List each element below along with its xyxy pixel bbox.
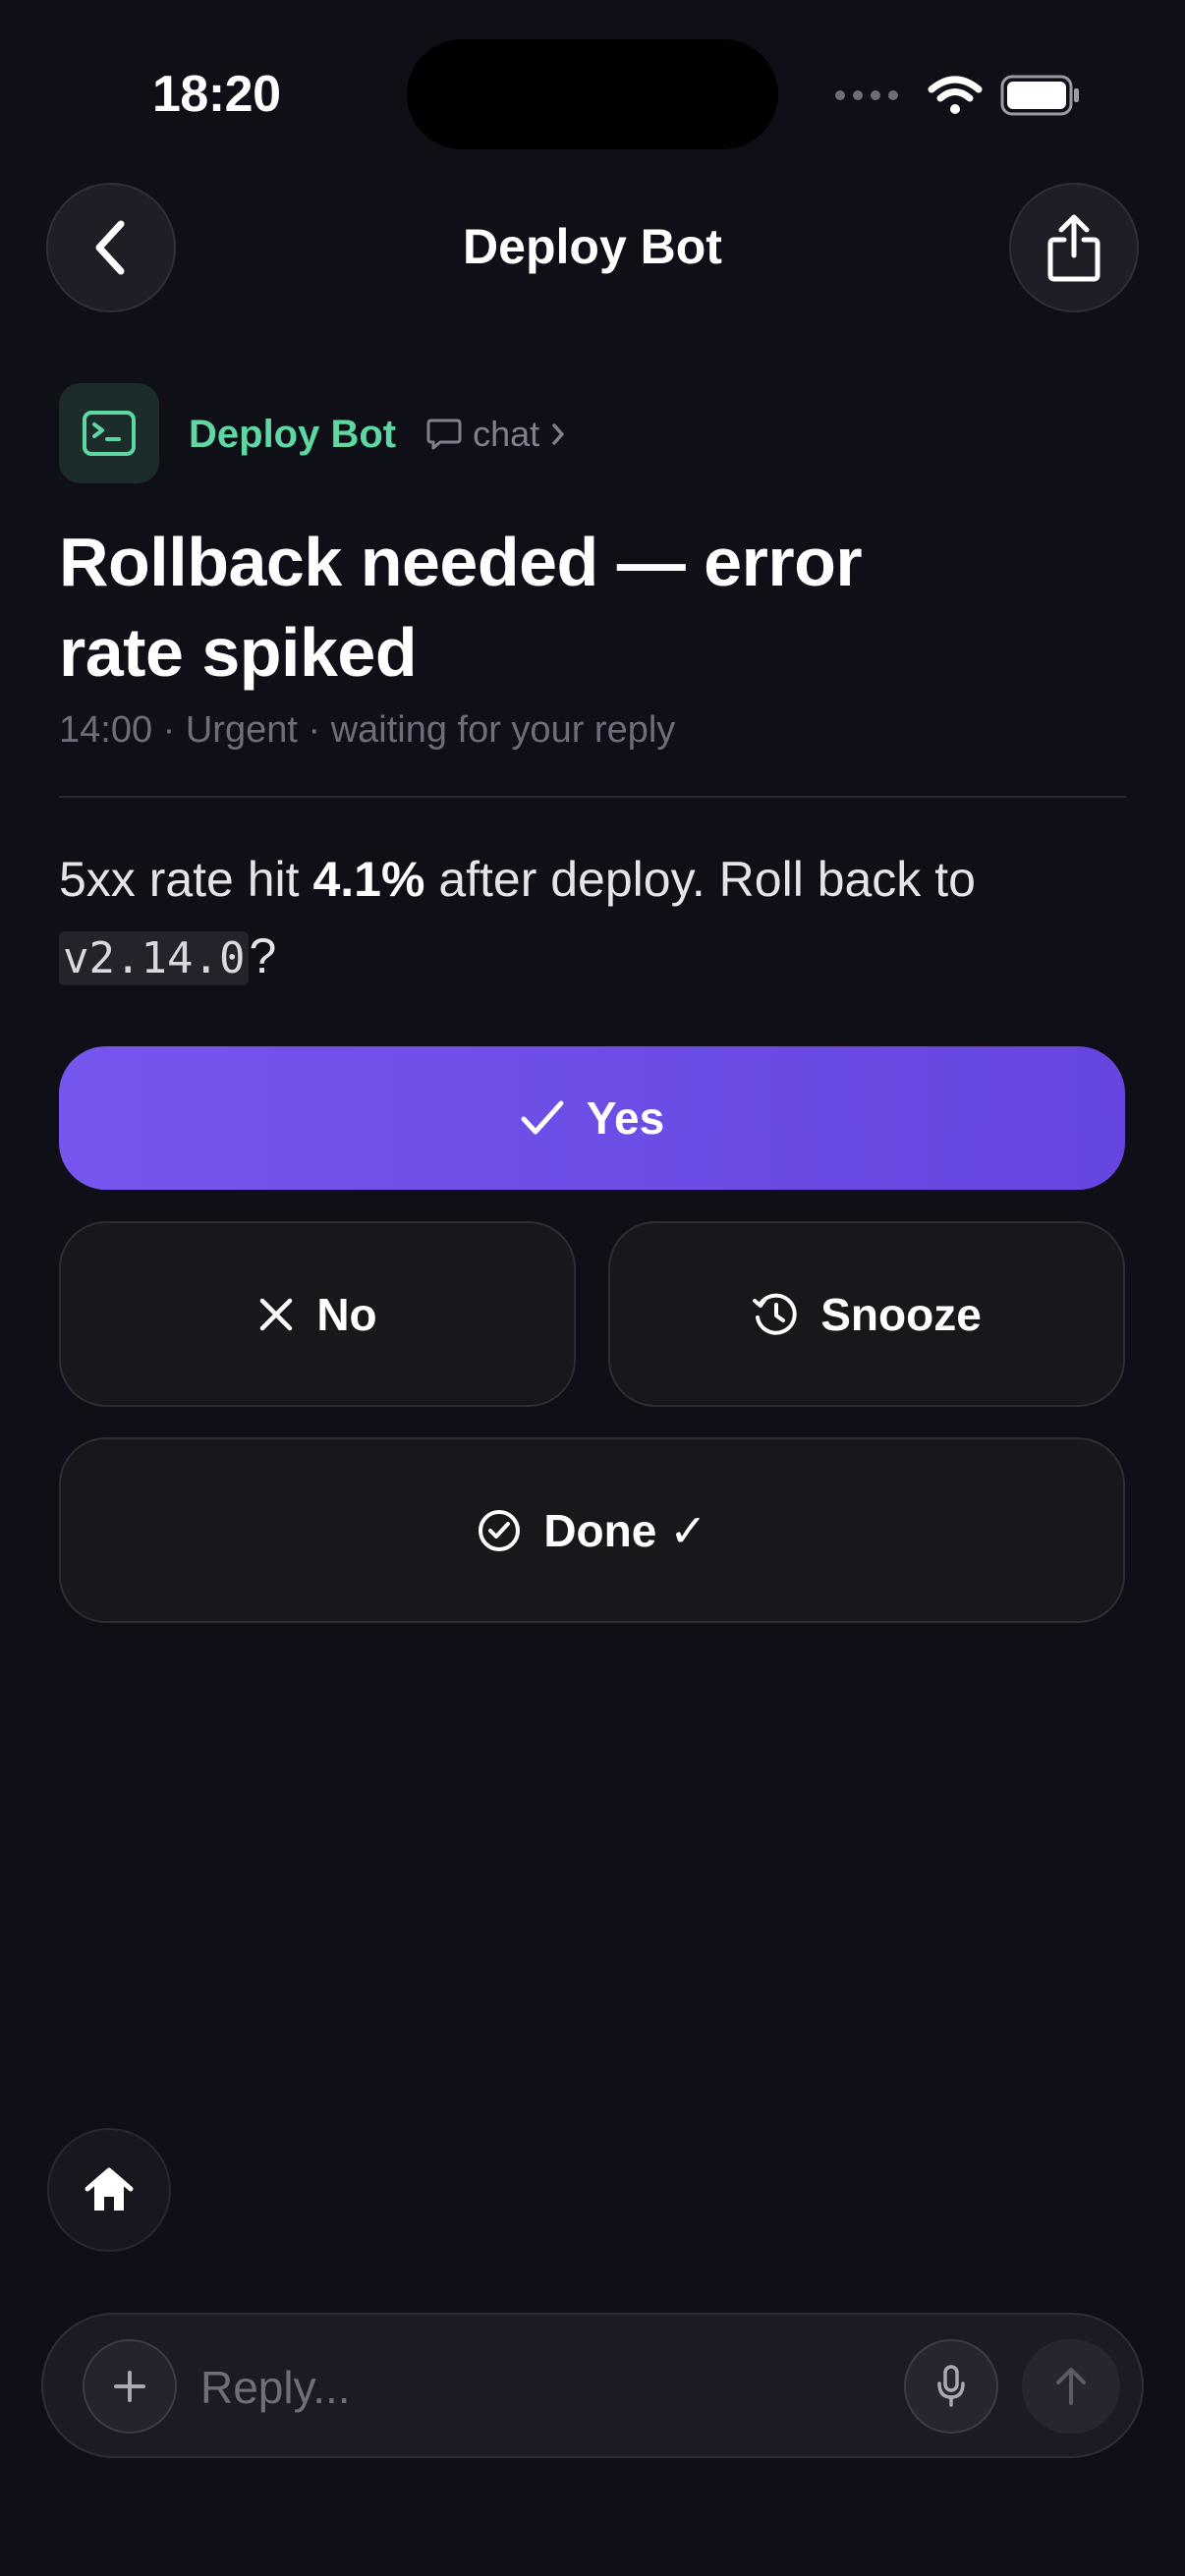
chevron-right-icon — [552, 423, 564, 445]
status-time: 18:20 — [152, 66, 281, 123]
sender-name[interactable]: Deploy Bot — [189, 413, 396, 457]
message-body: 5xx rate hit 4.1% after deploy. Roll bac… — [59, 841, 1042, 997]
add-attachment-button[interactable] — [83, 2339, 177, 2434]
body-bold-value: 4.1% — [312, 852, 425, 907]
no-button[interactable]: No — [59, 1221, 576, 1407]
check-circle-icon — [479, 1509, 521, 1551]
x-icon — [260, 1298, 293, 1330]
reply-input[interactable] — [200, 2348, 888, 2427]
chat-bubble-icon — [426, 419, 462, 450]
share-icon — [1047, 214, 1100, 282]
body-prefix: 5xx rate hit — [59, 852, 313, 907]
done-label: Done ✓ — [543, 1504, 707, 1556]
yes-label: Yes — [586, 1092, 665, 1144]
history-icon — [753, 1293, 797, 1335]
home-button[interactable] — [47, 2128, 171, 2252]
status-icons — [835, 75, 1081, 116]
send-button[interactable] — [1022, 2339, 1120, 2434]
dynamic-island — [407, 39, 778, 149]
sender-avatar — [59, 383, 159, 483]
microphone-icon — [937, 2365, 965, 2407]
divider — [59, 796, 1126, 798]
message-meta: 14:00 · Urgent · waiting for your reply — [59, 709, 676, 751]
no-label: No — [316, 1288, 377, 1340]
nav-title: Deploy Bot — [463, 219, 722, 274]
yes-button[interactable]: Yes — [59, 1046, 1125, 1190]
home-icon — [85, 2167, 134, 2211]
sender-row: Deploy Bot chat — [189, 405, 567, 464]
cellular-signal-icon — [835, 90, 898, 100]
battery-icon — [1000, 75, 1079, 116]
checkmark-icon — [521, 1100, 564, 1135]
body-suffix: ? — [249, 928, 277, 983]
snooze-label: Snooze — [820, 1288, 982, 1340]
snooze-button[interactable]: Snooze — [608, 1221, 1125, 1407]
channel-label: chat — [473, 414, 540, 454]
arrow-up-icon — [1056, 2368, 1086, 2405]
plus-icon — [114, 2371, 145, 2402]
voice-input-button[interactable] — [904, 2339, 998, 2434]
reply-composer — [41, 2313, 1144, 2458]
body-mid: after deploy. Roll back to — [424, 852, 976, 907]
channel-link[interactable]: chat — [425, 414, 567, 455]
done-button[interactable]: Done ✓ — [59, 1437, 1125, 1623]
version-code: v2.14.0 — [59, 931, 250, 985]
wifi-icon — [928, 76, 983, 114]
share-button[interactable] — [1009, 183, 1139, 312]
message-title: Rollback needed — error rate spiked — [59, 524, 863, 691]
terminal-icon — [83, 411, 136, 456]
